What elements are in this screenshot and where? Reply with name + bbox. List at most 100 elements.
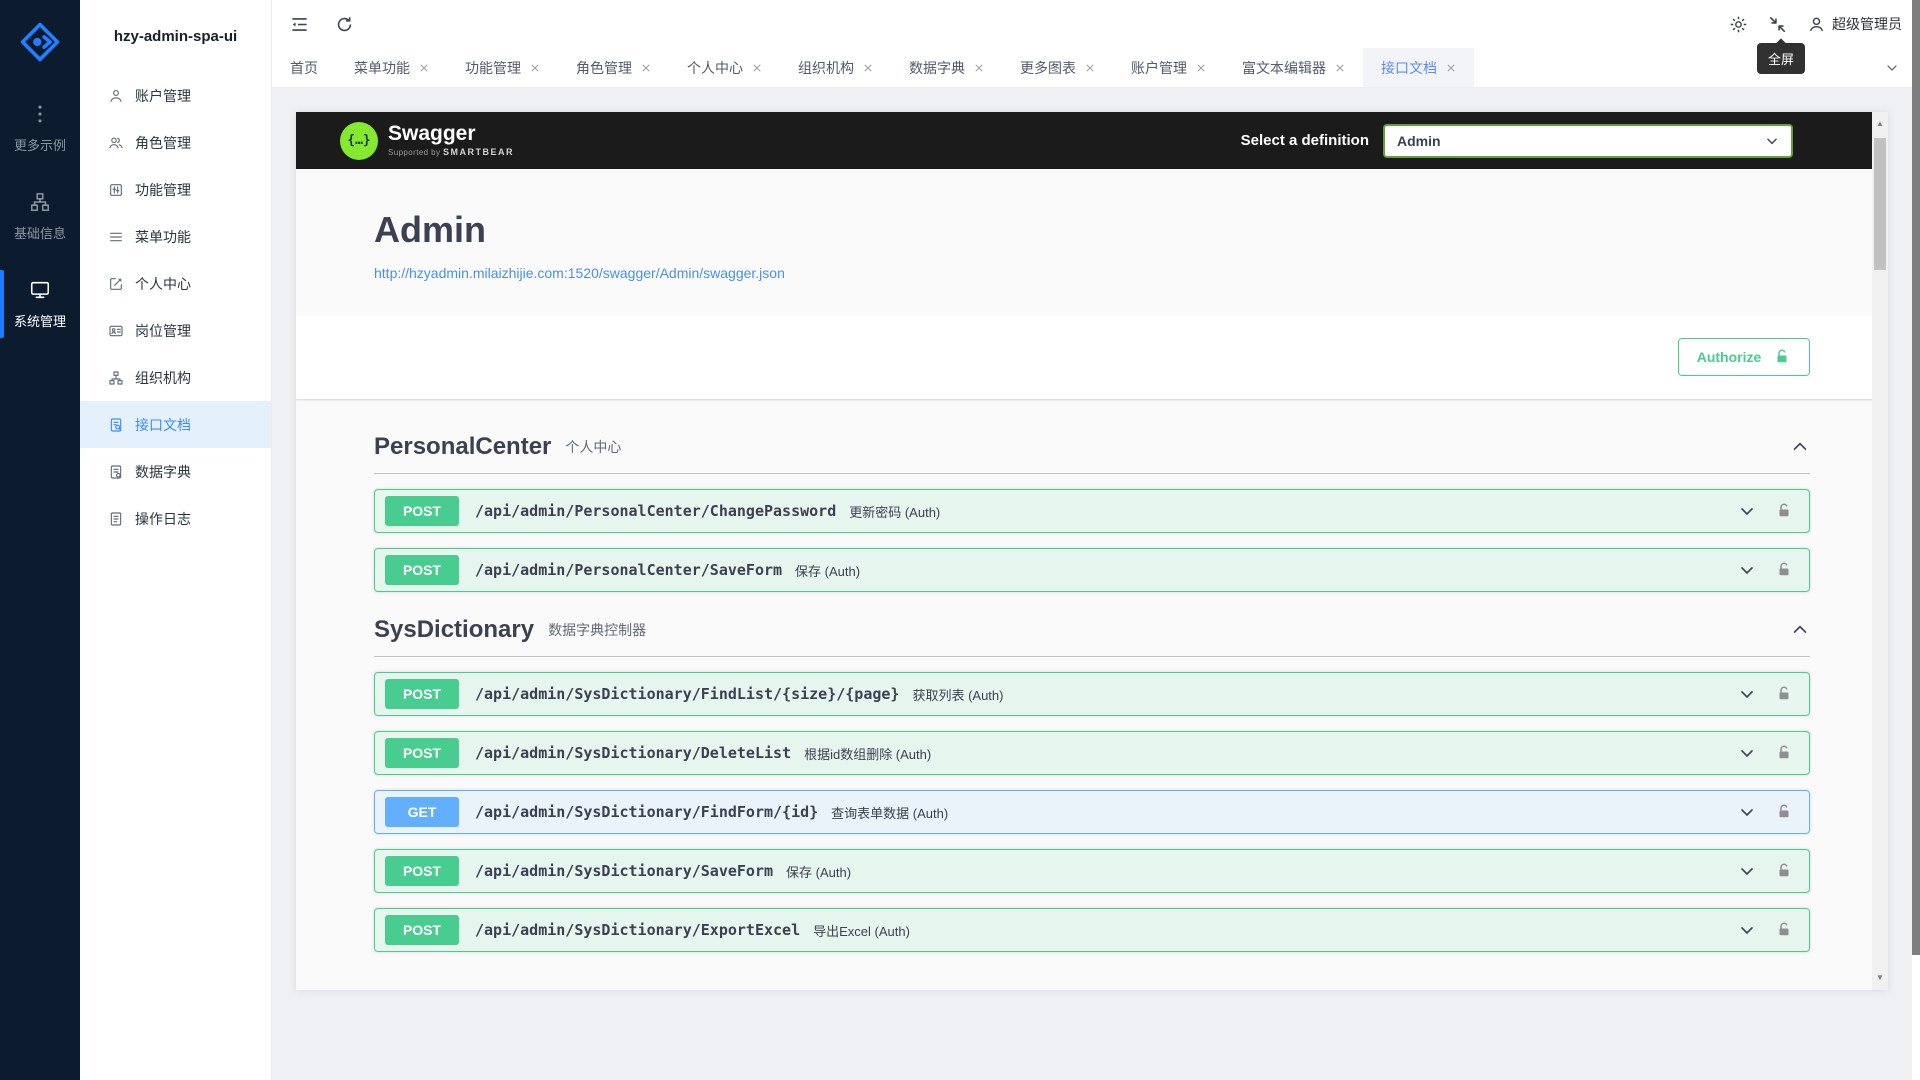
close-icon[interactable]: [641, 63, 651, 73]
sidebar-item-接口文档[interactable]: 接口文档: [80, 401, 271, 448]
tab-label: 首页: [290, 58, 318, 78]
sidebar-item-岗位管理[interactable]: 岗位管理: [80, 307, 271, 354]
lock-open-icon[interactable]: [1775, 561, 1793, 579]
tab-label: 数据字典: [909, 58, 965, 78]
chevron-up-icon[interactable]: [1790, 620, 1810, 640]
chevron-down-icon[interactable]: [1737, 861, 1757, 881]
exit-fullscreen-icon[interactable]: [1768, 15, 1787, 34]
rail-item-系统管理[interactable]: 系统管理: [0, 260, 80, 348]
refresh-icon[interactable]: [335, 15, 354, 34]
idcard-icon: [108, 323, 124, 339]
lock-open-icon[interactable]: [1775, 685, 1793, 703]
scrollbar-thumb[interactable]: [1874, 138, 1886, 270]
definition-select[interactable]: Admin: [1383, 124, 1793, 158]
api-spec-url[interactable]: http://hzyadmin.milaizhijie.com:1520/swa…: [374, 265, 1810, 281]
endpoint-row-/api/admin/SysDictionary/ExportExcel[interactable]: POST /api/admin/SysDictionary/ExportExce…: [374, 908, 1810, 952]
swagger-topbar: {…} Swagger Supported by SMARTBEAR Selec…: [296, 112, 1888, 169]
endpoint-description: 根据id数组删除 (Auth): [804, 744, 931, 763]
window-scrollbar[interactable]: [1912, 0, 1920, 1080]
close-icon[interactable]: [863, 63, 873, 73]
menu-lines-icon: [108, 229, 124, 245]
lock-open-icon[interactable]: [1775, 803, 1793, 821]
authorize-button[interactable]: Authorize: [1678, 338, 1810, 376]
tab-角色管理[interactable]: 角色管理: [558, 48, 669, 87]
endpoint-row-/api/admin/PersonalCenter/ChangePassword[interactable]: POST /api/admin/PersonalCenter/ChangePas…: [374, 489, 1810, 533]
sidebar-item-label: 岗位管理: [135, 321, 191, 341]
sidebar-item-账户管理[interactable]: 账户管理: [80, 72, 271, 119]
close-icon[interactable]: [419, 63, 429, 73]
sidebar-item-功能管理[interactable]: 功能管理: [80, 166, 271, 213]
lock-open-icon[interactable]: [1775, 921, 1793, 939]
tab-bar: 首页 菜单功能 功能管理 角色管理 个人中心 组织机构 数据字典 更多图表: [272, 48, 1920, 88]
close-icon[interactable]: [1085, 63, 1095, 73]
api-section-PersonalCenter: PersonalCenter 个人中心 POST /api/admin/Pers…: [374, 433, 1810, 592]
sidebar-item-菜单功能[interactable]: 菜单功能: [80, 213, 271, 260]
endpoint-path: /api/admin/SysDictionary/DeleteList: [475, 744, 791, 762]
sidebar-item-操作日志[interactable]: 操作日志: [80, 495, 271, 542]
sidebar-item-数据字典[interactable]: 数据字典: [80, 448, 271, 495]
tab-个人中心[interactable]: 个人中心: [669, 48, 780, 87]
chevron-down-icon[interactable]: [1737, 920, 1757, 940]
endpoint-row-/api/admin/PersonalCenter/SaveForm[interactable]: POST /api/admin/PersonalCenter/SaveForm …: [374, 548, 1810, 592]
gear-icon[interactable]: [1729, 15, 1748, 34]
chevron-down-icon[interactable]: [1737, 684, 1757, 704]
lock-open-icon[interactable]: [1775, 744, 1793, 762]
user-icon: [108, 88, 124, 104]
tab-label: 账户管理: [1131, 58, 1187, 78]
lock-open-icon[interactable]: [1775, 502, 1793, 520]
chevron-down-icon[interactable]: [1737, 802, 1757, 822]
tab-菜单功能[interactable]: 菜单功能: [336, 48, 447, 87]
tab-组织机构[interactable]: 组织机构: [780, 48, 891, 87]
section-subtitle: 个人中心: [565, 437, 621, 457]
module-sidebar: hzy-admin-spa-ui 账户管理 角色管理 功能管理 菜单功能 个人中…: [80, 0, 272, 1080]
chevron-down-icon[interactable]: [1737, 743, 1757, 763]
endpoint-path: /api/admin/PersonalCenter/ChangePassword: [475, 502, 836, 520]
tab-label: 角色管理: [576, 58, 632, 78]
rail-item-label: 基础信息: [14, 223, 66, 242]
more-dots-icon: [29, 103, 51, 125]
close-icon[interactable]: [530, 63, 540, 73]
sidebar-item-组织机构[interactable]: 组织机构: [80, 354, 271, 401]
user-menu[interactable]: 超级管理员: [1807, 14, 1902, 34]
tab-更多图表[interactable]: 更多图表: [1002, 48, 1113, 87]
close-icon[interactable]: [974, 63, 984, 73]
menu-fold-icon[interactable]: [290, 15, 309, 34]
close-icon[interactable]: [752, 63, 762, 73]
close-icon[interactable]: [1196, 63, 1206, 73]
chevron-down-icon[interactable]: [1737, 501, 1757, 521]
endpoint-description: 保存 (Auth): [795, 561, 860, 580]
tab-富文本编辑器[interactable]: 富文本编辑器: [1224, 48, 1363, 87]
chevron-down-icon[interactable]: [1737, 560, 1757, 580]
close-icon[interactable]: [1335, 63, 1345, 73]
sidebar-item-角色管理[interactable]: 角色管理: [80, 119, 271, 166]
window-scrollbar-thumb[interactable]: [1912, 0, 1920, 955]
sidebar-item-个人中心[interactable]: 个人中心: [80, 260, 271, 307]
api-sections: PersonalCenter 个人中心 POST /api/admin/Pers…: [296, 399, 1888, 952]
section-header[interactable]: SysDictionary 数据字典控制器: [374, 616, 1810, 657]
close-icon[interactable]: [1446, 63, 1456, 73]
edit-icon: [108, 276, 124, 292]
tab-账户管理[interactable]: 账户管理: [1113, 48, 1224, 87]
lock-open-icon[interactable]: [1775, 862, 1793, 880]
rail-item-基础信息[interactable]: 基础信息: [0, 172, 80, 260]
tab-首页[interactable]: 首页: [272, 48, 336, 87]
app-logo[interactable]: [0, 0, 80, 84]
endpoint-row-/api/admin/SysDictionary/SaveForm[interactable]: POST /api/admin/SysDictionary/SaveForm 保…: [374, 849, 1810, 893]
rail-item-更多示例[interactable]: 更多示例: [0, 84, 80, 172]
org-chart-icon: [29, 191, 51, 213]
scroll-down-icon[interactable]: ▼: [1872, 972, 1888, 984]
tab-接口文档[interactable]: 接口文档: [1363, 48, 1474, 87]
endpoint-description: 更新密码 (Auth): [849, 502, 940, 521]
tab-功能管理[interactable]: 功能管理: [447, 48, 558, 87]
endpoint-path: /api/admin/PersonalCenter/SaveForm: [475, 561, 782, 579]
section-header[interactable]: PersonalCenter 个人中心: [374, 433, 1810, 474]
scroll-up-icon[interactable]: ▲: [1872, 118, 1888, 130]
chevron-up-icon[interactable]: [1790, 437, 1810, 457]
swagger-scrollbar[interactable]: ▲ ▼: [1872, 112, 1888, 990]
user-name: 超级管理员: [1832, 14, 1902, 34]
endpoint-row-/api/admin/SysDictionary/DeleteList[interactable]: POST /api/admin/SysDictionary/DeleteList…: [374, 731, 1810, 775]
swagger-logo[interactable]: {…} Swagger Supported by SMARTBEAR: [340, 122, 514, 160]
endpoint-row-/api/admin/SysDictionary/FindList/{size}/{page}[interactable]: POST /api/admin/SysDictionary/FindList/{…: [374, 672, 1810, 716]
endpoint-row-/api/admin/SysDictionary/FindForm/{id}[interactable]: GET /api/admin/SysDictionary/FindForm/{i…: [374, 790, 1810, 834]
tab-数据字典[interactable]: 数据字典: [891, 48, 1002, 87]
